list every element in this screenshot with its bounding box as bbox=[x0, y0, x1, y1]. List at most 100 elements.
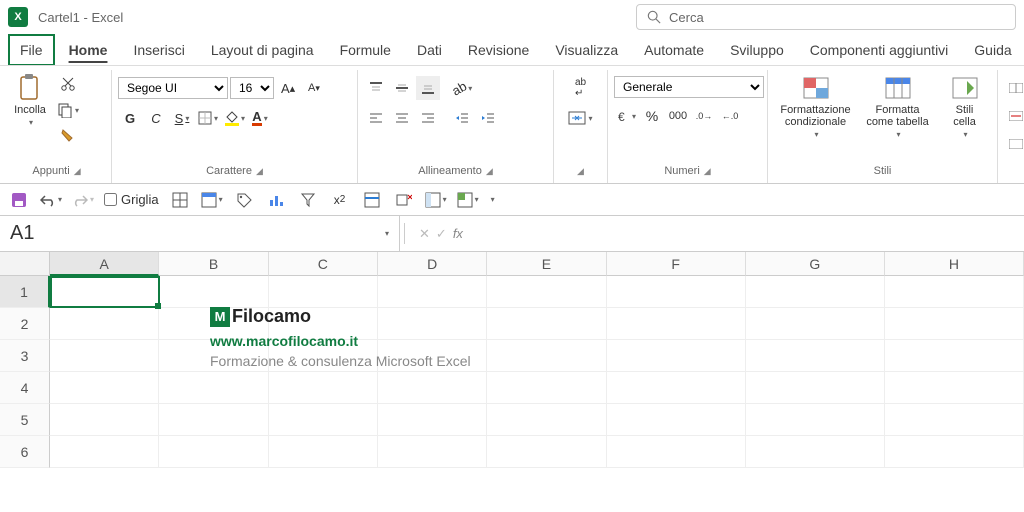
dialog-launcher-icon[interactable]: ◢ bbox=[704, 166, 711, 177]
search-placeholder: Cerca bbox=[669, 10, 704, 25]
decrease-font-button[interactable]: A▾ bbox=[302, 76, 326, 100]
group-cells-overflow bbox=[998, 70, 1018, 183]
qat-chart-button[interactable] bbox=[265, 189, 287, 211]
tab-review[interactable]: Revisione bbox=[456, 34, 541, 66]
active-cell[interactable] bbox=[50, 276, 160, 308]
column-header-C[interactable]: C bbox=[269, 252, 378, 276]
name-box[interactable]: A1 ▾ bbox=[0, 216, 400, 251]
tab-home[interactable]: Home bbox=[57, 34, 120, 66]
cell-styles-button[interactable]: Stili cella▾ bbox=[940, 72, 990, 141]
number-format-select[interactable]: Generale bbox=[614, 76, 764, 98]
tab-data[interactable]: Dati bbox=[405, 34, 454, 66]
qat-customize-button[interactable]: ▾ bbox=[491, 195, 495, 204]
row-header-4[interactable]: 4 bbox=[0, 372, 50, 404]
align-left-button[interactable] bbox=[364, 106, 388, 130]
align-top-button[interactable] bbox=[364, 76, 388, 100]
dialog-launcher-icon[interactable]: ◢ bbox=[486, 166, 493, 177]
search-box[interactable]: Cerca bbox=[636, 4, 1016, 30]
decrease-decimal-button[interactable]: ←.0 bbox=[718, 104, 742, 128]
ribbon-tabs: File Home Inserisci Layout di pagina For… bbox=[0, 34, 1024, 66]
column-header-E[interactable]: E bbox=[487, 252, 606, 276]
qat-tag-button[interactable] bbox=[233, 189, 255, 211]
copy-button[interactable]: ▾ bbox=[56, 98, 80, 122]
format-painter-button[interactable] bbox=[56, 124, 80, 148]
qat-color-fill-button[interactable]: ▾ bbox=[457, 189, 479, 211]
conditional-formatting-button[interactable]: Formattazione condizionale▾ bbox=[776, 72, 856, 141]
merge-cells-button[interactable]: ▾ bbox=[563, 106, 599, 130]
fill-color-button[interactable]: ▾ bbox=[222, 106, 246, 130]
wrap-text-button[interactable]: ab↵ bbox=[563, 76, 599, 100]
insert-cells-button[interactable] bbox=[1004, 76, 1024, 100]
italic-button[interactable]: C bbox=[144, 106, 168, 130]
dialog-launcher-icon[interactable]: ◢ bbox=[256, 166, 263, 177]
gridlines-toggle[interactable]: Griglia bbox=[104, 192, 159, 207]
column-header-F[interactable]: F bbox=[607, 252, 746, 276]
paste-button[interactable]: Incolla ▾ bbox=[8, 72, 52, 129]
tab-developer[interactable]: Sviluppo bbox=[718, 34, 796, 66]
save-button[interactable] bbox=[8, 189, 30, 211]
row-header-3[interactable]: 3 bbox=[0, 340, 50, 372]
font-color-button[interactable]: A▾ bbox=[248, 106, 272, 130]
cut-button[interactable] bbox=[56, 72, 80, 96]
column-header-B[interactable]: B bbox=[159, 252, 268, 276]
row-header-5[interactable]: 5 bbox=[0, 404, 50, 436]
row-header-2[interactable]: 2 bbox=[0, 308, 50, 340]
select-all-corner[interactable] bbox=[0, 252, 50, 276]
bold-button[interactable]: G bbox=[118, 106, 142, 130]
scissors-icon bbox=[60, 76, 76, 92]
tab-addins[interactable]: Componenti aggiuntivi bbox=[798, 34, 961, 66]
font-name-select[interactable]: Segoe UI bbox=[118, 77, 228, 99]
filter-icon bbox=[300, 192, 316, 208]
increase-indent-button[interactable] bbox=[476, 106, 500, 130]
dialog-launcher-icon[interactable]: ◢ bbox=[577, 166, 584, 177]
qat-superscript-button[interactable]: x2 bbox=[329, 189, 351, 211]
align-bottom-button[interactable] bbox=[416, 76, 440, 100]
tab-insert[interactable]: Inserisci bbox=[121, 34, 196, 66]
qat-freeze-button[interactable] bbox=[361, 189, 383, 211]
borders-button[interactable]: ▾ bbox=[196, 106, 220, 130]
comma-format-button[interactable]: 000 bbox=[666, 104, 690, 128]
tab-view[interactable]: Visualizza bbox=[543, 34, 630, 66]
delete-cells-button[interactable] bbox=[1004, 104, 1024, 128]
qat-remove-dup-button[interactable] bbox=[393, 189, 415, 211]
qat-filter-button[interactable] bbox=[297, 189, 319, 211]
orientation-button[interactable]: ab▾ bbox=[450, 76, 474, 100]
underline-button[interactable]: S▾ bbox=[170, 106, 194, 130]
column-header-A[interactable]: A bbox=[50, 252, 159, 276]
document-title: Cartel1 - Excel bbox=[38, 10, 123, 25]
align-center-button[interactable] bbox=[390, 106, 414, 130]
fill-handle[interactable] bbox=[155, 303, 161, 309]
percent-format-button[interactable]: % bbox=[640, 104, 664, 128]
row-header-1[interactable]: 1 bbox=[0, 276, 50, 308]
decrease-indent-button[interactable] bbox=[450, 106, 474, 130]
column-header-D[interactable]: D bbox=[378, 252, 487, 276]
fx-button[interactable]: fx bbox=[453, 226, 463, 241]
qat-table-button[interactable]: ▾ bbox=[201, 189, 223, 211]
qat-borders-button[interactable] bbox=[169, 189, 191, 211]
tab-automate[interactable]: Automate bbox=[632, 34, 716, 66]
cancel-formula-button[interactable]: ✕ bbox=[419, 226, 430, 242]
align-middle-button[interactable] bbox=[390, 76, 414, 100]
format-as-table-button[interactable]: Formatta come tabella▾ bbox=[860, 72, 936, 141]
column-header-G[interactable]: G bbox=[746, 252, 885, 276]
increase-font-button[interactable]: A▴ bbox=[276, 76, 300, 100]
increase-decimal-button[interactable]: .0→ bbox=[692, 104, 716, 128]
column-header-H[interactable]: H bbox=[885, 252, 1024, 276]
align-right-button[interactable] bbox=[416, 106, 440, 130]
tab-formulas[interactable]: Formule bbox=[328, 34, 403, 66]
currency-icon: € bbox=[616, 109, 630, 123]
redo-button[interactable]: ▾ bbox=[72, 189, 94, 211]
worksheet-grid[interactable]: ABCDEFGH 123456 MFilocamo www.marcofiloc… bbox=[0, 252, 1024, 468]
tab-file[interactable]: File bbox=[8, 34, 55, 66]
enter-formula-button[interactable]: ✓ bbox=[436, 226, 447, 242]
tab-page-layout[interactable]: Layout di pagina bbox=[199, 34, 326, 66]
row-header-6[interactable]: 6 bbox=[0, 436, 50, 468]
undo-button[interactable]: ▾ bbox=[40, 189, 62, 211]
tab-help[interactable]: Guida bbox=[962, 34, 1023, 66]
cond-format-icon bbox=[803, 77, 829, 99]
qat-pivot-button[interactable]: ▾ bbox=[425, 189, 447, 211]
accounting-format-button[interactable]: €▾ bbox=[614, 104, 638, 128]
format-cells-button[interactable] bbox=[1004, 132, 1024, 156]
dialog-launcher-icon[interactable]: ◢ bbox=[74, 166, 81, 177]
font-size-select[interactable]: 16 bbox=[230, 77, 274, 99]
